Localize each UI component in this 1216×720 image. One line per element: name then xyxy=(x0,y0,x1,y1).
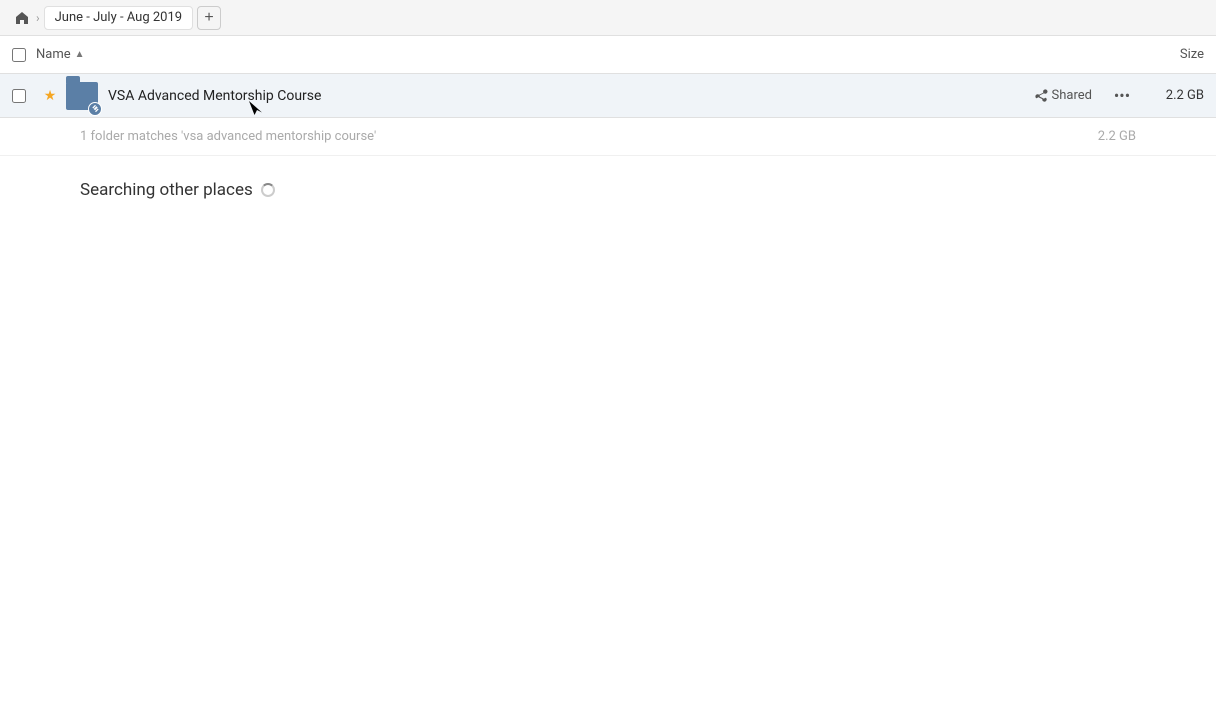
file-size: 2.2 GB xyxy=(1144,88,1204,103)
match-text: 1 folder matches 'vsa advanced mentorshi… xyxy=(80,129,1098,144)
match-size: 2.2 GB xyxy=(1098,129,1136,144)
name-column-header[interactable]: Name ▲ xyxy=(36,47,1124,62)
file-checkbox[interactable] xyxy=(12,89,36,103)
add-tab-button[interactable]: + xyxy=(197,6,221,30)
breadcrumb-tab[interactable]: June - July - Aug 2019 xyxy=(44,6,193,30)
name-header-label: Name xyxy=(36,47,71,62)
searching-section: Searching other places xyxy=(0,156,1216,224)
loading-spinner xyxy=(261,183,275,197)
size-column-header[interactable]: Size xyxy=(1124,47,1204,62)
match-info-row: 1 folder matches 'vsa advanced mentorshi… xyxy=(0,118,1216,156)
column-header-row: Name ▲ Size xyxy=(0,36,1216,74)
breadcrumb-bar: › June - July - Aug 2019 + xyxy=(0,0,1216,36)
file-row[interactable]: ★ VSA Advanced Mentorship Course Shared … xyxy=(0,74,1216,118)
home-button[interactable] xyxy=(12,8,32,28)
breadcrumb-chevron: › xyxy=(36,11,40,25)
sort-icon: ▲ xyxy=(75,49,85,60)
folder-icon-wrapper xyxy=(64,78,100,114)
more-options-button[interactable]: ••• xyxy=(1108,82,1136,110)
shared-badge: Shared xyxy=(1034,88,1092,103)
link-badge-icon xyxy=(88,102,102,116)
star-icon[interactable]: ★ xyxy=(40,88,60,104)
size-header-label: Size xyxy=(1180,47,1204,62)
select-all-checkbox[interactable] xyxy=(12,48,36,62)
searching-label: Searching other places xyxy=(80,180,253,200)
shared-label: Shared xyxy=(1052,88,1092,103)
breadcrumb-tab-label: June - July - Aug 2019 xyxy=(55,10,182,25)
file-name[interactable]: VSA Advanced Mentorship Course xyxy=(108,88,1034,104)
